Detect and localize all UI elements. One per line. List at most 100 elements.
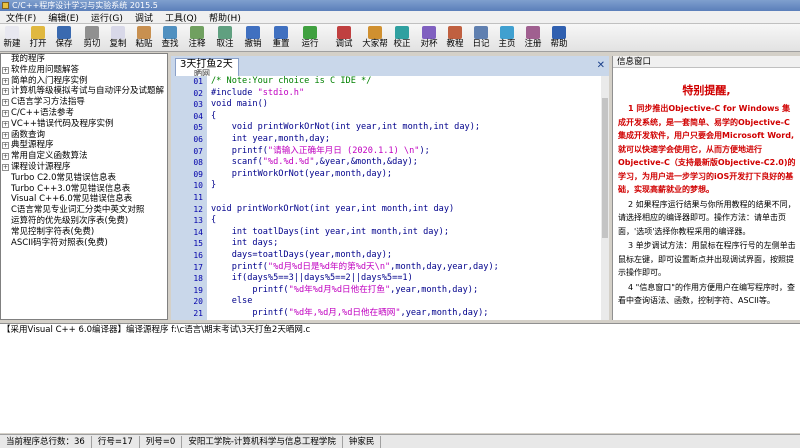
line-number[interactable]: 03 [171, 99, 203, 111]
toolbar-button-13[interactable]: 大家帮 [360, 25, 390, 51]
expand-icon[interactable]: + [2, 153, 9, 161]
toolbar-button-10[interactable]: 重置 [269, 25, 293, 51]
menu-item-2[interactable]: 运行(G) [85, 11, 129, 24]
line-number[interactable]: 04 [171, 111, 203, 123]
code-line[interactable]: 01 /* Note:Your choice is C IDE */ [171, 76, 601, 88]
expand-icon[interactable]: + [2, 99, 9, 107]
editor-scrollbar[interactable] [601, 76, 609, 320]
expand-icon[interactable]: + [2, 131, 9, 139]
tree-item[interactable]: + 常用自定义函数算法 [1, 151, 167, 162]
toolbar-button-17[interactable]: 日记 [469, 25, 493, 51]
line-number[interactable]: 13 [171, 215, 203, 227]
tree-item[interactable]: + 简单的入门程序实例 [1, 76, 167, 87]
code-line[interactable]: 10} [171, 180, 601, 192]
tree-item[interactable]: Turbo C++3.0常见错误信息表 [1, 184, 167, 195]
code-line[interactable]: 05 void printWorkOrNot(int year,int mont… [171, 122, 601, 134]
tree-item[interactable]: + 课程设计源程序 [1, 162, 167, 173]
toolbar-button-15[interactable]: 对杯 [417, 25, 441, 51]
toolbar-button-19[interactable]: 注册 [521, 25, 545, 51]
tree-item[interactable]: C语言常见专业词汇分类中英文对照 [1, 205, 167, 216]
menu-item-3[interactable]: 调试 [129, 11, 159, 24]
tree-item[interactable]: + 软件应用问题解答 [1, 65, 167, 76]
tree-item[interactable]: + 计算机等级模拟考试与自动评分及试题解 [1, 86, 167, 97]
code-line[interactable]: 13 { [171, 215, 601, 227]
code-line[interactable]: 18 if(days%5==3||days%5==2||days%5==1) [171, 273, 601, 285]
code-line[interactable]: 12 void printWorkOrNot(int year,int month… [171, 204, 601, 216]
line-number[interactable]: 17 [171, 262, 203, 274]
toolbar-button-14[interactable]: 校正 [390, 25, 414, 51]
line-number[interactable]: 20 [171, 296, 203, 308]
toolbar-button-4[interactable]: 复制 [106, 25, 130, 51]
toolbar-button-7[interactable]: 注释 [185, 25, 209, 51]
toolbar-button-3[interactable]: 剪切 [80, 25, 104, 51]
tree-item[interactable]: ASCII码字符对照表(免费) [1, 238, 167, 249]
expand-icon[interactable]: + [2, 77, 9, 85]
code-line[interactable]: 17 printf("%d月%d日是%d年的第%d天\n",month,day,… [171, 262, 601, 274]
expand-icon[interactable]: + [2, 120, 9, 128]
file-tab[interactable]: 3天打鱼2天 晒网 [175, 58, 239, 78]
code-line[interactable]: 16 days=toatlDays(year,month,day); [171, 250, 601, 262]
close-tab-icon[interactable]: ✕ [597, 60, 605, 71]
code-line[interactable]: 08 scanf("%d.%d.%d",&year,&month,&day); [171, 157, 601, 169]
menu-item-0[interactable]: 文件(F) [0, 11, 42, 24]
menu-item-5[interactable]: 帮助(H) [203, 11, 247, 24]
line-number[interactable]: 06 [171, 134, 203, 146]
menu-item-1[interactable]: 编辑(E) [42, 11, 85, 24]
toolbar-button-16[interactable]: 教程 [443, 25, 467, 51]
expand-icon[interactable]: + [2, 142, 9, 150]
line-number[interactable]: 10 [171, 180, 203, 192]
toolbar-button-2[interactable]: 保存 [52, 25, 76, 51]
menu-item-4[interactable]: 工具(Q) [159, 11, 203, 24]
expand-icon[interactable]: + [2, 109, 9, 117]
line-number[interactable]: 09 [171, 169, 203, 181]
toolbar-button-12[interactable]: 调试 [332, 25, 356, 51]
line-number[interactable]: 05 [171, 122, 203, 134]
line-number[interactable]: 11 [171, 192, 203, 204]
line-number[interactable]: 02 [171, 88, 203, 100]
code-line[interactable]: 02 #include "stdio.h" [171, 88, 601, 100]
tree-item[interactable]: 运算符的优先级别次序表(免费) [1, 216, 167, 227]
line-number[interactable]: 18 [171, 273, 203, 285]
toolbar-button-11[interactable]: 运行 [298, 25, 322, 51]
code-line[interactable]: 09 printWorkOrNot(year,month,day); [171, 169, 601, 181]
code-area[interactable]: 01 /* Note:Your choice is C IDE */ 02 #incl… [171, 76, 601, 320]
toolbar-button-5[interactable]: 粘贴 [132, 25, 156, 51]
toolbar-button-9[interactable]: 撤销 [241, 25, 265, 51]
code-line[interactable]: 07 printf("请输入正确年月日 (2020.1.1) \n"); [171, 146, 601, 158]
tree-item[interactable]: + C/C++语法参考 [1, 108, 167, 119]
toolbar-button-6[interactable]: 查找 [158, 25, 182, 51]
toolbar-button-0[interactable]: 新建 [0, 25, 24, 51]
tree-item[interactable]: + C语言学习方法指导 [1, 97, 167, 108]
expand-icon[interactable]: + [2, 163, 9, 171]
tree-item[interactable]: + 函数查询 [1, 130, 167, 141]
code-line[interactable]: 19 printf("%d年%d月%d日他在打鱼",year,month,day… [171, 285, 601, 297]
toolbar-button-20[interactable]: 帮助 [547, 25, 571, 51]
tutorial-tree[interactable]: 我的程序 + 软件应用问题解答 + 简单的入门程序实例 + 计算机等级模拟考试与自动评分及试… [0, 53, 168, 320]
tree-item[interactable]: 常见控制字符表(免费) [1, 227, 167, 238]
expand-icon[interactable]: + [2, 88, 9, 96]
line-number[interactable]: 07 [171, 146, 203, 158]
tree-item[interactable]: + 典型源程序 [1, 140, 167, 151]
line-number[interactable]: 16 [171, 250, 203, 262]
scrollbar-thumb[interactable] [602, 98, 608, 238]
tree-item[interactable]: + VC++错误代码及程序实例 [1, 119, 167, 130]
line-number[interactable]: 15 [171, 238, 203, 250]
line-number[interactable]: 12 [171, 204, 203, 216]
code-line[interactable]: 14 int toatlDays(int year,int month,int … [171, 227, 601, 239]
toolbar-button-8[interactable]: 取注 [213, 25, 237, 51]
tree-item[interactable]: Turbo C2.0常见错误信息表 [1, 173, 167, 184]
code-line[interactable]: 20 else [171, 296, 601, 308]
code-line[interactable]: 21 printf("%d年,%d月,%d日他在晒网",year,month,d… [171, 308, 601, 320]
line-number[interactable]: 19 [171, 285, 203, 297]
toolbar-button-18[interactable]: 主页 [495, 25, 519, 51]
line-number[interactable]: 21 [171, 308, 203, 320]
code-line[interactable]: 03 void main() [171, 99, 601, 111]
code-line[interactable]: 04 { [171, 111, 601, 123]
line-number[interactable]: 08 [171, 157, 203, 169]
line-number[interactable]: 01 [171, 76, 203, 88]
code-line[interactable]: 11 [171, 192, 601, 204]
line-number[interactable]: 14 [171, 227, 203, 239]
code-line[interactable]: 15 int days; [171, 238, 601, 250]
tree-item[interactable]: 我的程序 [1, 54, 167, 65]
expand-icon[interactable]: + [2, 66, 9, 74]
